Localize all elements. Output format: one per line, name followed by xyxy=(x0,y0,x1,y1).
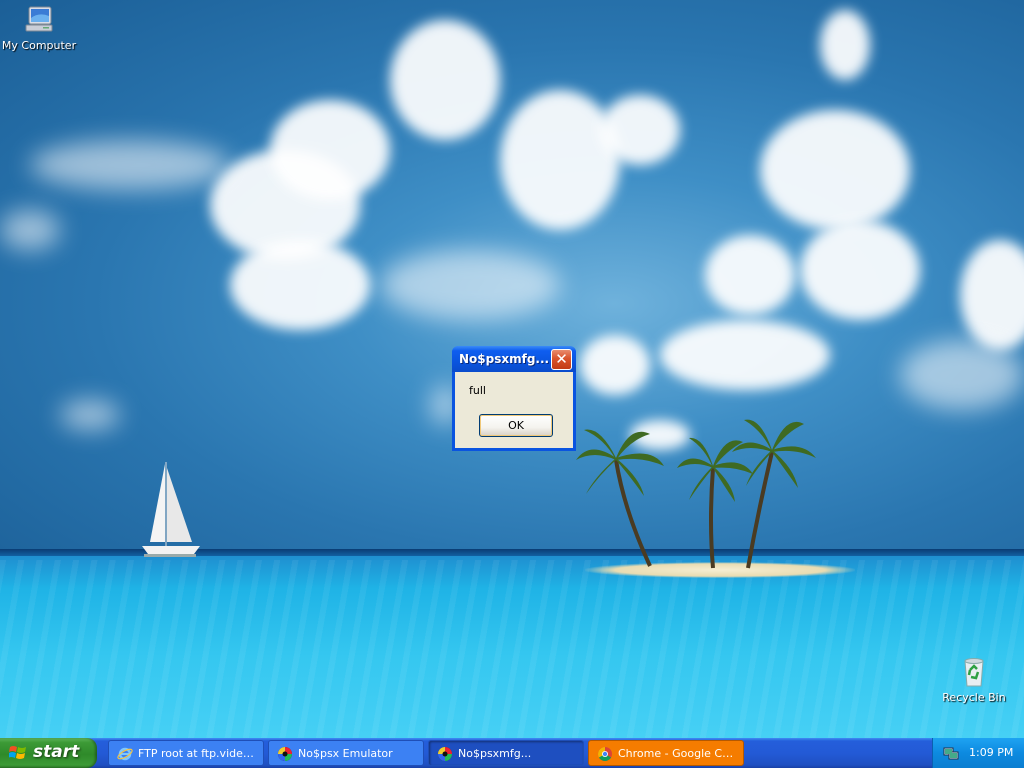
wallpaper-cloud xyxy=(760,110,910,230)
palm-tree-image xyxy=(732,419,816,569)
palm-tree-image xyxy=(576,429,664,567)
chrome-icon xyxy=(598,747,612,761)
wallpaper-cloud xyxy=(800,220,920,320)
start-label: start xyxy=(33,742,80,762)
wallpaper-cloud xyxy=(600,95,680,165)
taskbar-button-label: FTP root at ftp.videol... xyxy=(138,747,259,760)
desktop-icon-label: My Computer xyxy=(1,39,77,52)
wallpaper-cloud xyxy=(270,100,390,200)
desktop-icon-my-computer[interactable]: My Computer xyxy=(1,4,77,52)
message-dialog: No$psxmfg... ✕ full OK xyxy=(452,346,576,451)
taskbar-button-ftp[interactable]: FTP root at ftp.videol... xyxy=(108,740,264,766)
desktop-icon-recycle-bin[interactable]: Recycle Bin xyxy=(936,656,1012,704)
nocash-psx-icon xyxy=(278,747,292,761)
wallpaper-cloud xyxy=(380,250,560,320)
wallpaper-cloud xyxy=(230,240,370,330)
dialog-body: full OK xyxy=(455,372,573,448)
internet-explorer-icon xyxy=(117,747,133,761)
system-tray: 1:09 PM xyxy=(932,738,1024,768)
desktop-icon-label: Recycle Bin xyxy=(942,691,1006,704)
sailboat-image xyxy=(142,462,200,557)
wallpaper-cloud xyxy=(60,400,120,430)
wallpaper-cloud xyxy=(500,90,620,230)
taskbar-button-nopsx-emulator[interactable]: No$psx Emulator xyxy=(268,740,424,766)
close-icon: ✕ xyxy=(555,350,568,368)
recycle-bin-icon xyxy=(964,658,984,687)
dialog-close-button[interactable]: ✕ xyxy=(551,349,572,370)
nocash-psx-icon xyxy=(438,747,452,761)
taskbar-button-label: Chrome - Google Chr... xyxy=(618,747,739,760)
wallpaper-cloud xyxy=(900,340,1024,410)
start-button[interactable]: start xyxy=(0,738,97,768)
taskbar-button-nopsxmfg[interactable]: No$psxmfg... xyxy=(428,740,584,766)
wallpaper-cloud xyxy=(705,235,795,315)
taskbar: start FTP root at ftp.videol... No$psx E… xyxy=(0,738,1024,768)
dialog-message: full xyxy=(469,384,486,397)
dialog-titlebar[interactable]: No$psxmfg... ✕ xyxy=(452,346,576,372)
wallpaper-cloud xyxy=(660,320,830,390)
ok-button[interactable]: OK xyxy=(479,414,553,437)
taskbar-button-chrome[interactable]: Chrome - Google Chr... xyxy=(588,740,744,766)
taskbar-button-label: No$psxmfg... xyxy=(458,747,532,760)
my-computer-icon xyxy=(25,6,53,32)
clock[interactable]: 1:09 PM xyxy=(969,746,1013,759)
dialog-title: No$psxmfg... xyxy=(459,352,550,366)
wallpaper-cloud xyxy=(30,140,230,190)
wallpaper-cloud xyxy=(820,10,870,80)
network-connection-icon[interactable] xyxy=(943,745,959,761)
wallpaper-cloud xyxy=(580,335,650,395)
windows-logo-icon xyxy=(9,746,26,759)
taskbar-button-label: No$psx Emulator xyxy=(298,747,393,760)
wallpaper-cloud xyxy=(0,210,60,250)
wallpaper-sea-ripple xyxy=(0,560,1024,738)
wallpaper-cloud xyxy=(390,20,500,140)
